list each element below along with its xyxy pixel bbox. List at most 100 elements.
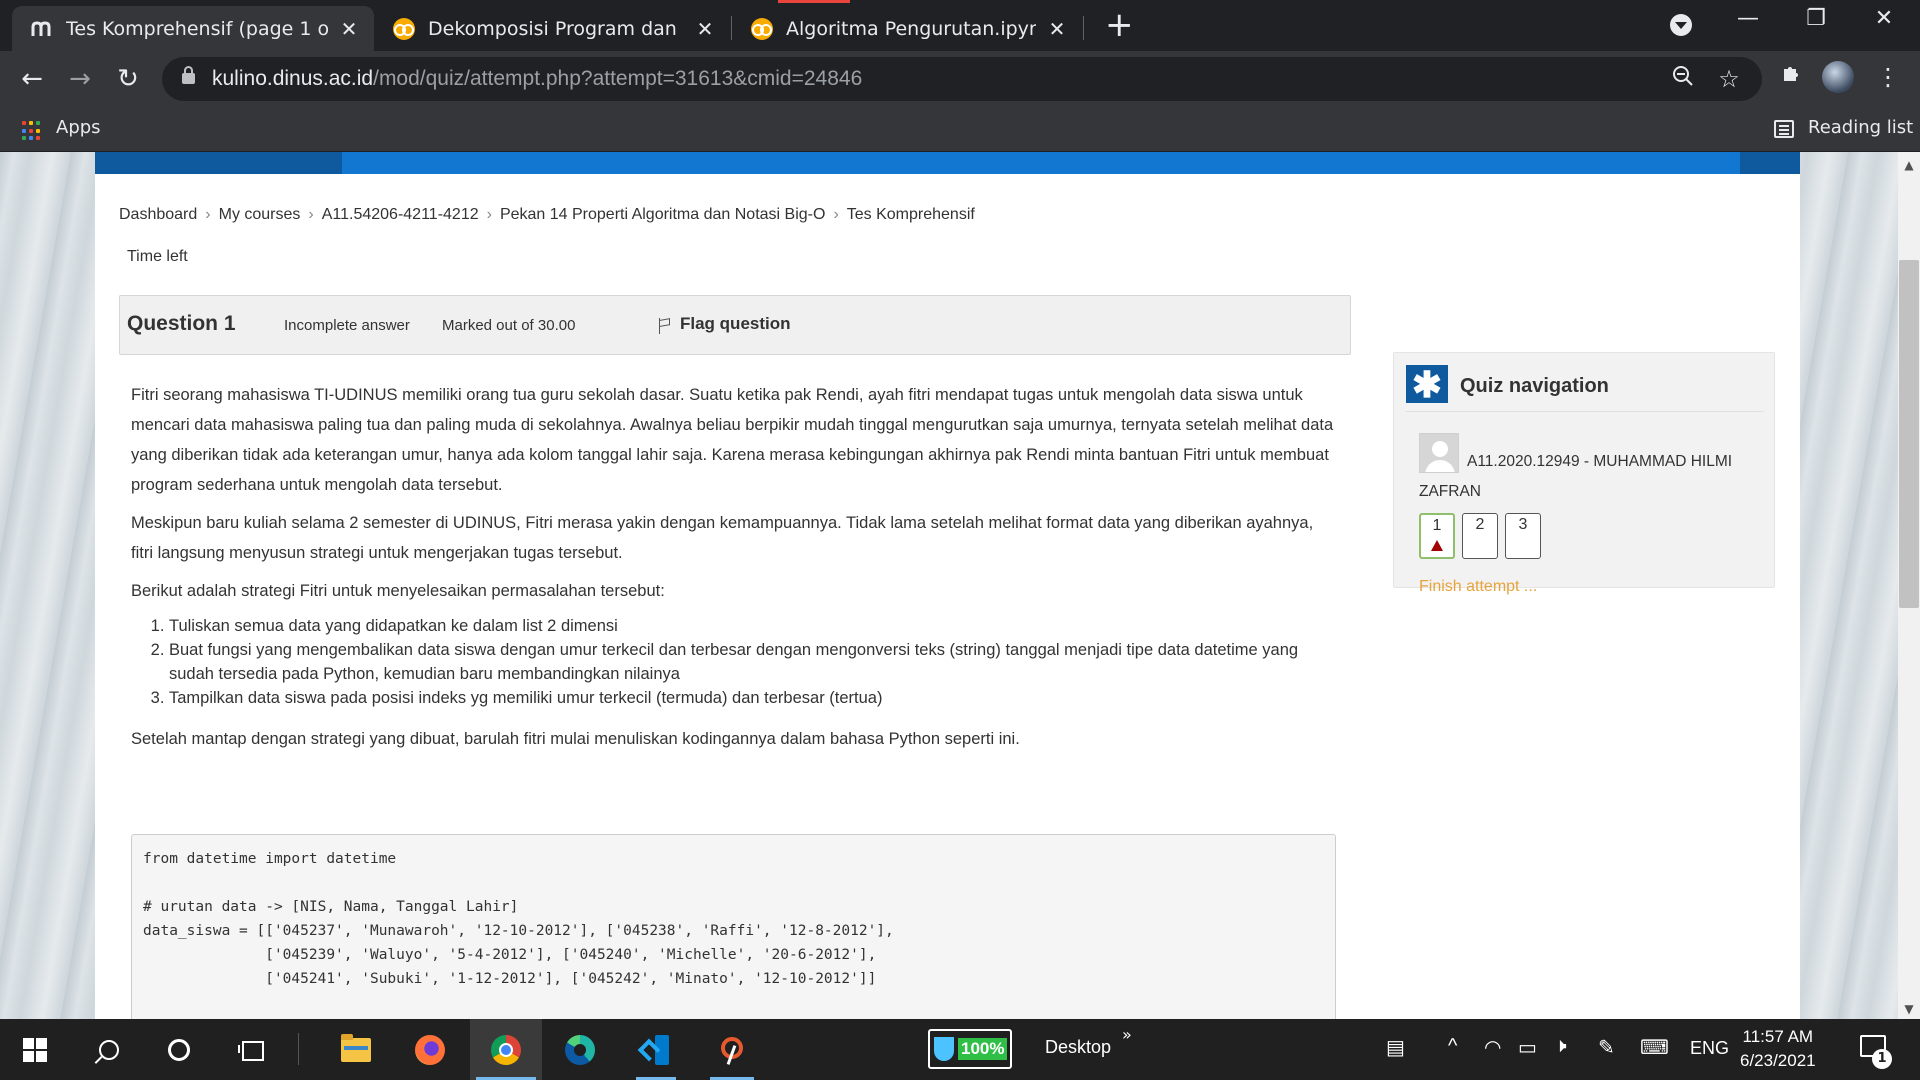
forward-button[interactable]: →: [62, 61, 98, 97]
bookmark-star-icon[interactable]: ☆: [1714, 65, 1744, 93]
new-tab-button[interactable]: +: [1105, 8, 1134, 42]
breadcrumb-dashboard[interactable]: Dashboard: [119, 206, 197, 223]
reload-button[interactable]: ↻: [110, 61, 146, 97]
zoom-icon[interactable]: [1668, 65, 1698, 93]
chrome-button[interactable]: [470, 1019, 542, 1080]
reading-list-icon[interactable]: [1774, 120, 1794, 138]
news-icon[interactable]: ▤: [1386, 1035, 1405, 1060]
tab-dekomposisi-program[interactable]: Dekomposisi Program dan Fungs ✕: [374, 6, 730, 51]
tab-separator: [1083, 16, 1084, 40]
cortana-button[interactable]: [154, 1019, 204, 1080]
clock-time: 11:57 AM: [1742, 1027, 1814, 1046]
breadcrumb-course[interactable]: A11.54206-4211-4212: [322, 206, 479, 223]
lock-icon[interactable]: [182, 66, 195, 84]
breadcrumb-my-courses[interactable]: My courses: [219, 206, 301, 223]
volume-icon[interactable]: 🕨: [1554, 1035, 1567, 1058]
desktop-toolbar-label[interactable]: Desktop: [1045, 1037, 1111, 1058]
windows-taskbar: 100% Desktop » ▤ ^ ◠ ▭ 🕨 ✎ ⌨ ENG 11:57 A…: [0, 1019, 1920, 1080]
close-icon[interactable]: ✕: [338, 17, 360, 41]
tray-overflow-icon[interactable]: ^: [1448, 1035, 1457, 1058]
battery-widget[interactable]: 100%: [928, 1029, 1012, 1069]
flag-triangle-icon: [1431, 540, 1443, 551]
language-indicator[interactable]: ENG: [1690, 1038, 1729, 1059]
start-button[interactable]: [10, 1019, 60, 1080]
task-view-button[interactable]: [226, 1019, 276, 1080]
moodle-page: Dashboard › My courses › A11.54206-4211-4212…: [95, 152, 1800, 1019]
breadcrumb-section[interactable]: Pekan 14 Properti Algoritma dan Notasi B…: [500, 206, 826, 223]
vscode-button[interactable]: [630, 1019, 682, 1080]
scrollbar-thumb[interactable]: [1899, 260, 1919, 608]
file-explorer-button[interactable]: [330, 1019, 382, 1080]
edge-button[interactable]: [554, 1019, 606, 1080]
snipping-tool-button[interactable]: [704, 1019, 760, 1080]
minimize-button[interactable]: —: [1728, 6, 1768, 31]
extensions-icon[interactable]: [1775, 63, 1807, 91]
strategy-list: Tuliskan semua data yang didapatkan ke d…: [169, 614, 1336, 710]
battery-icon[interactable]: ▭: [1518, 1035, 1537, 1060]
finish-attempt-link[interactable]: Finish attempt ...: [1419, 578, 1537, 596]
tab-search-button[interactable]: [1670, 14, 1692, 36]
question-info-bar: Question 1 Incomplete answer Marked out …: [119, 295, 1351, 355]
flag-icon: [658, 318, 672, 334]
tab-title: Tes Komprehensif (page 1 of 3): [66, 17, 328, 40]
question-closing: Setelah mantap dengan strategi yang dibu…: [131, 730, 1020, 748]
quiz-navigation-title: Quiz navigation: [1460, 375, 1609, 397]
browser-toolbar: ← → ↻ kulino.dinus.ac.id/mod/quiz/attemp…: [0, 51, 1920, 107]
pen-icon[interactable]: ✎: [1598, 1035, 1615, 1060]
search-button[interactable]: [84, 1019, 134, 1080]
breadcrumb-quiz[interactable]: Tes Komprehensif: [847, 206, 975, 223]
restore-button[interactable]: ❐: [1796, 6, 1836, 31]
apps-bookmark[interactable]: Apps: [56, 117, 101, 138]
moodle-navbar: [95, 152, 1800, 174]
question-grade: Marked out of 30.00: [442, 317, 576, 334]
flag-question-button[interactable]: Flag question: [658, 314, 791, 334]
question-text: Fitri seorang mahasiswa TI-UDINUS memili…: [131, 380, 1336, 762]
profile-avatar[interactable]: [1822, 61, 1854, 93]
scroll-up-arrow[interactable]: ▲: [1899, 158, 1919, 172]
clock-date: 6/23/2021: [1740, 1051, 1816, 1070]
user-name[interactable]: A11.2020.12949 - MUHAMMAD HILMI ZAFRAN: [1419, 447, 1759, 507]
quiz-nav-question-2[interactable]: 2: [1462, 513, 1498, 559]
keyboard-icon[interactable]: ⌨: [1640, 1035, 1669, 1060]
quiz-nav-question-3[interactable]: 3: [1505, 513, 1541, 559]
tab-tes-komprehensif[interactable]: Tes Komprehensif (page 1 of 3) ✕: [12, 6, 374, 51]
asterisk-icon: ✱: [1406, 365, 1448, 405]
system-clock[interactable]: 11:57 AM 6/23/2021: [1740, 1025, 1816, 1073]
flag-question-label: Flag question: [680, 314, 791, 333]
address-bar[interactable]: kulino.dinus.ac.id/mod/quiz/attempt.php?…: [162, 57, 1762, 101]
windows-icon: [23, 1037, 47, 1062]
breadcrumb: Dashboard › My courses › A11.54206-4211-4212…: [119, 206, 975, 223]
toolbar-expand-icon[interactable]: »: [1122, 1025, 1132, 1044]
list-item: Buat fungsi yang mengembalikan data sisw…: [169, 638, 1336, 686]
wifi-icon[interactable]: ◠: [1484, 1035, 1501, 1060]
tab-title: Dekomposisi Program dan Fungs: [428, 17, 684, 40]
battery-percent: 100%: [958, 1038, 1008, 1060]
question-buttons: 1 2 3: [1419, 513, 1541, 559]
question-number: Question 1: [127, 312, 236, 335]
tab-loading-indicator: [778, 0, 850, 3]
scroll-down-arrow[interactable]: ▼: [1899, 1002, 1919, 1016]
url-text[interactable]: kulino.dinus.ac.id/mod/quiz/attempt.php?…: [212, 67, 862, 91]
close-icon[interactable]: ✕: [694, 17, 716, 41]
quiz-nav-question-1[interactable]: 1: [1419, 513, 1455, 559]
firefox-button[interactable]: [404, 1019, 456, 1080]
time-left-label: Time left: [127, 248, 188, 265]
close-icon[interactable]: ✕: [1046, 17, 1068, 41]
moodle-icon: [30, 17, 54, 41]
tab-title: Algoritma Pengurutan.ipynb - Co: [786, 17, 1036, 40]
chrome-icon: [491, 1034, 521, 1065]
menu-kebab-icon[interactable]: ⋮: [1872, 63, 1904, 91]
list-item: Tampilkan data siswa pada posisi indeks …: [169, 686, 1336, 710]
apps-icon[interactable]: [22, 121, 42, 141]
close-window-button[interactable]: ✕: [1864, 6, 1904, 31]
bookmarks-bar: Apps Reading list: [0, 107, 1920, 152]
code-block: from datetime import datetime # urutan d…: [131, 834, 1336, 1019]
snipping-tool-icon: [717, 1035, 747, 1065]
question-state: Incomplete answer: [284, 317, 410, 334]
reading-list-button[interactable]: Reading list: [1808, 117, 1913, 138]
navbar-menu-toggle[interactable]: [1740, 152, 1800, 174]
tab-algoritma-pengurutan[interactable]: Algoritma Pengurutan.ipynb - Co ✕: [732, 6, 1082, 51]
back-button[interactable]: ←: [14, 61, 50, 97]
shield-check-icon: [934, 1037, 954, 1061]
colab-icon: [392, 17, 416, 41]
